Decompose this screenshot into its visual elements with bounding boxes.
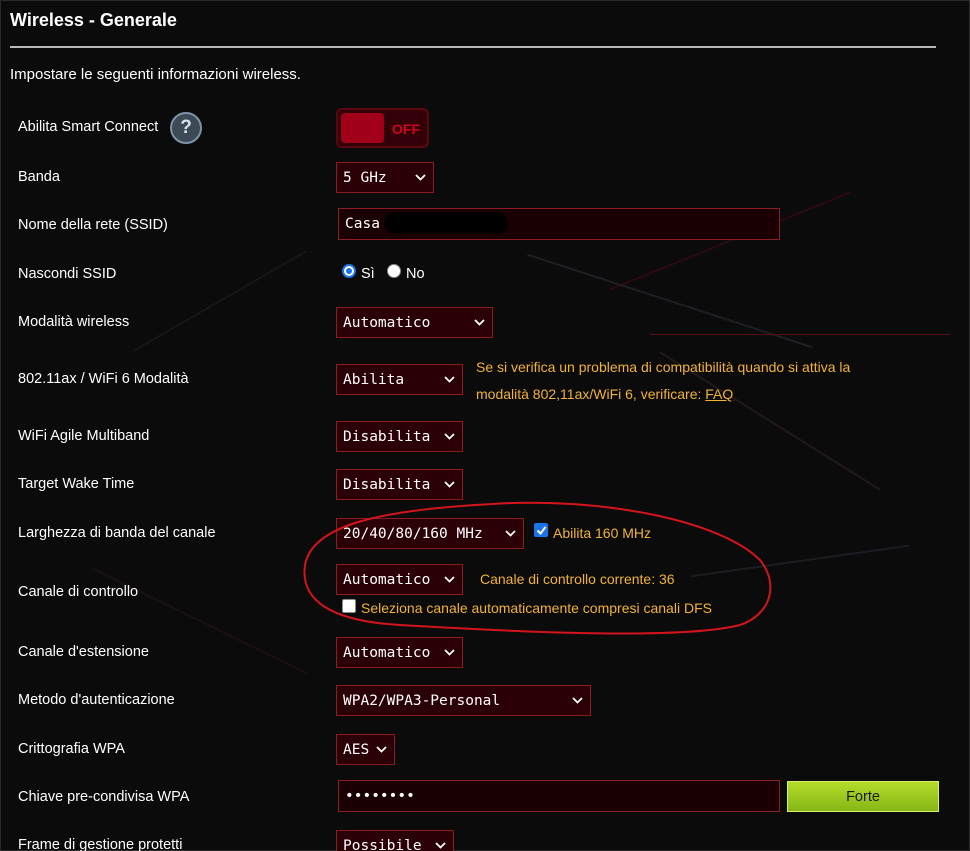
extension-channel-value: Automatico [343, 644, 431, 661]
annotation-circle [303, 501, 772, 635]
auth-method-select[interactable]: WPA2/WPA3-Personal [336, 685, 591, 716]
chevron-down-icon [572, 697, 583, 704]
auth-method-value: WPA2/WPA3-Personal [343, 692, 501, 709]
extension-channel-label: Canale d'estensione [18, 644, 149, 660]
psk-input[interactable]: •••••••• [338, 780, 780, 812]
chevron-down-icon [435, 842, 446, 849]
wpa-encryption-value: AES [343, 741, 370, 758]
psk-value: •••••••• [345, 788, 415, 804]
chevron-down-icon [444, 649, 455, 656]
wpa-encryption-select[interactable]: AES [336, 734, 395, 765]
wpa-encryption-label: Crittografia WPA [18, 741, 125, 757]
pmf-select[interactable]: Possibile [336, 830, 454, 851]
auth-method-label: Metodo d'autenticazione [18, 692, 175, 708]
chevron-down-icon [376, 746, 387, 753]
password-strength-badge: Forte [787, 781, 939, 812]
extension-channel-select[interactable]: Automatico [336, 637, 463, 668]
pmf-value: Possibile [343, 837, 422, 851]
psk-label: Chiave pre-condivisa WPA [18, 789, 190, 805]
pmf-label: Frame di gestione protetti [18, 837, 183, 851]
password-strength-text: Forte [846, 788, 880, 805]
